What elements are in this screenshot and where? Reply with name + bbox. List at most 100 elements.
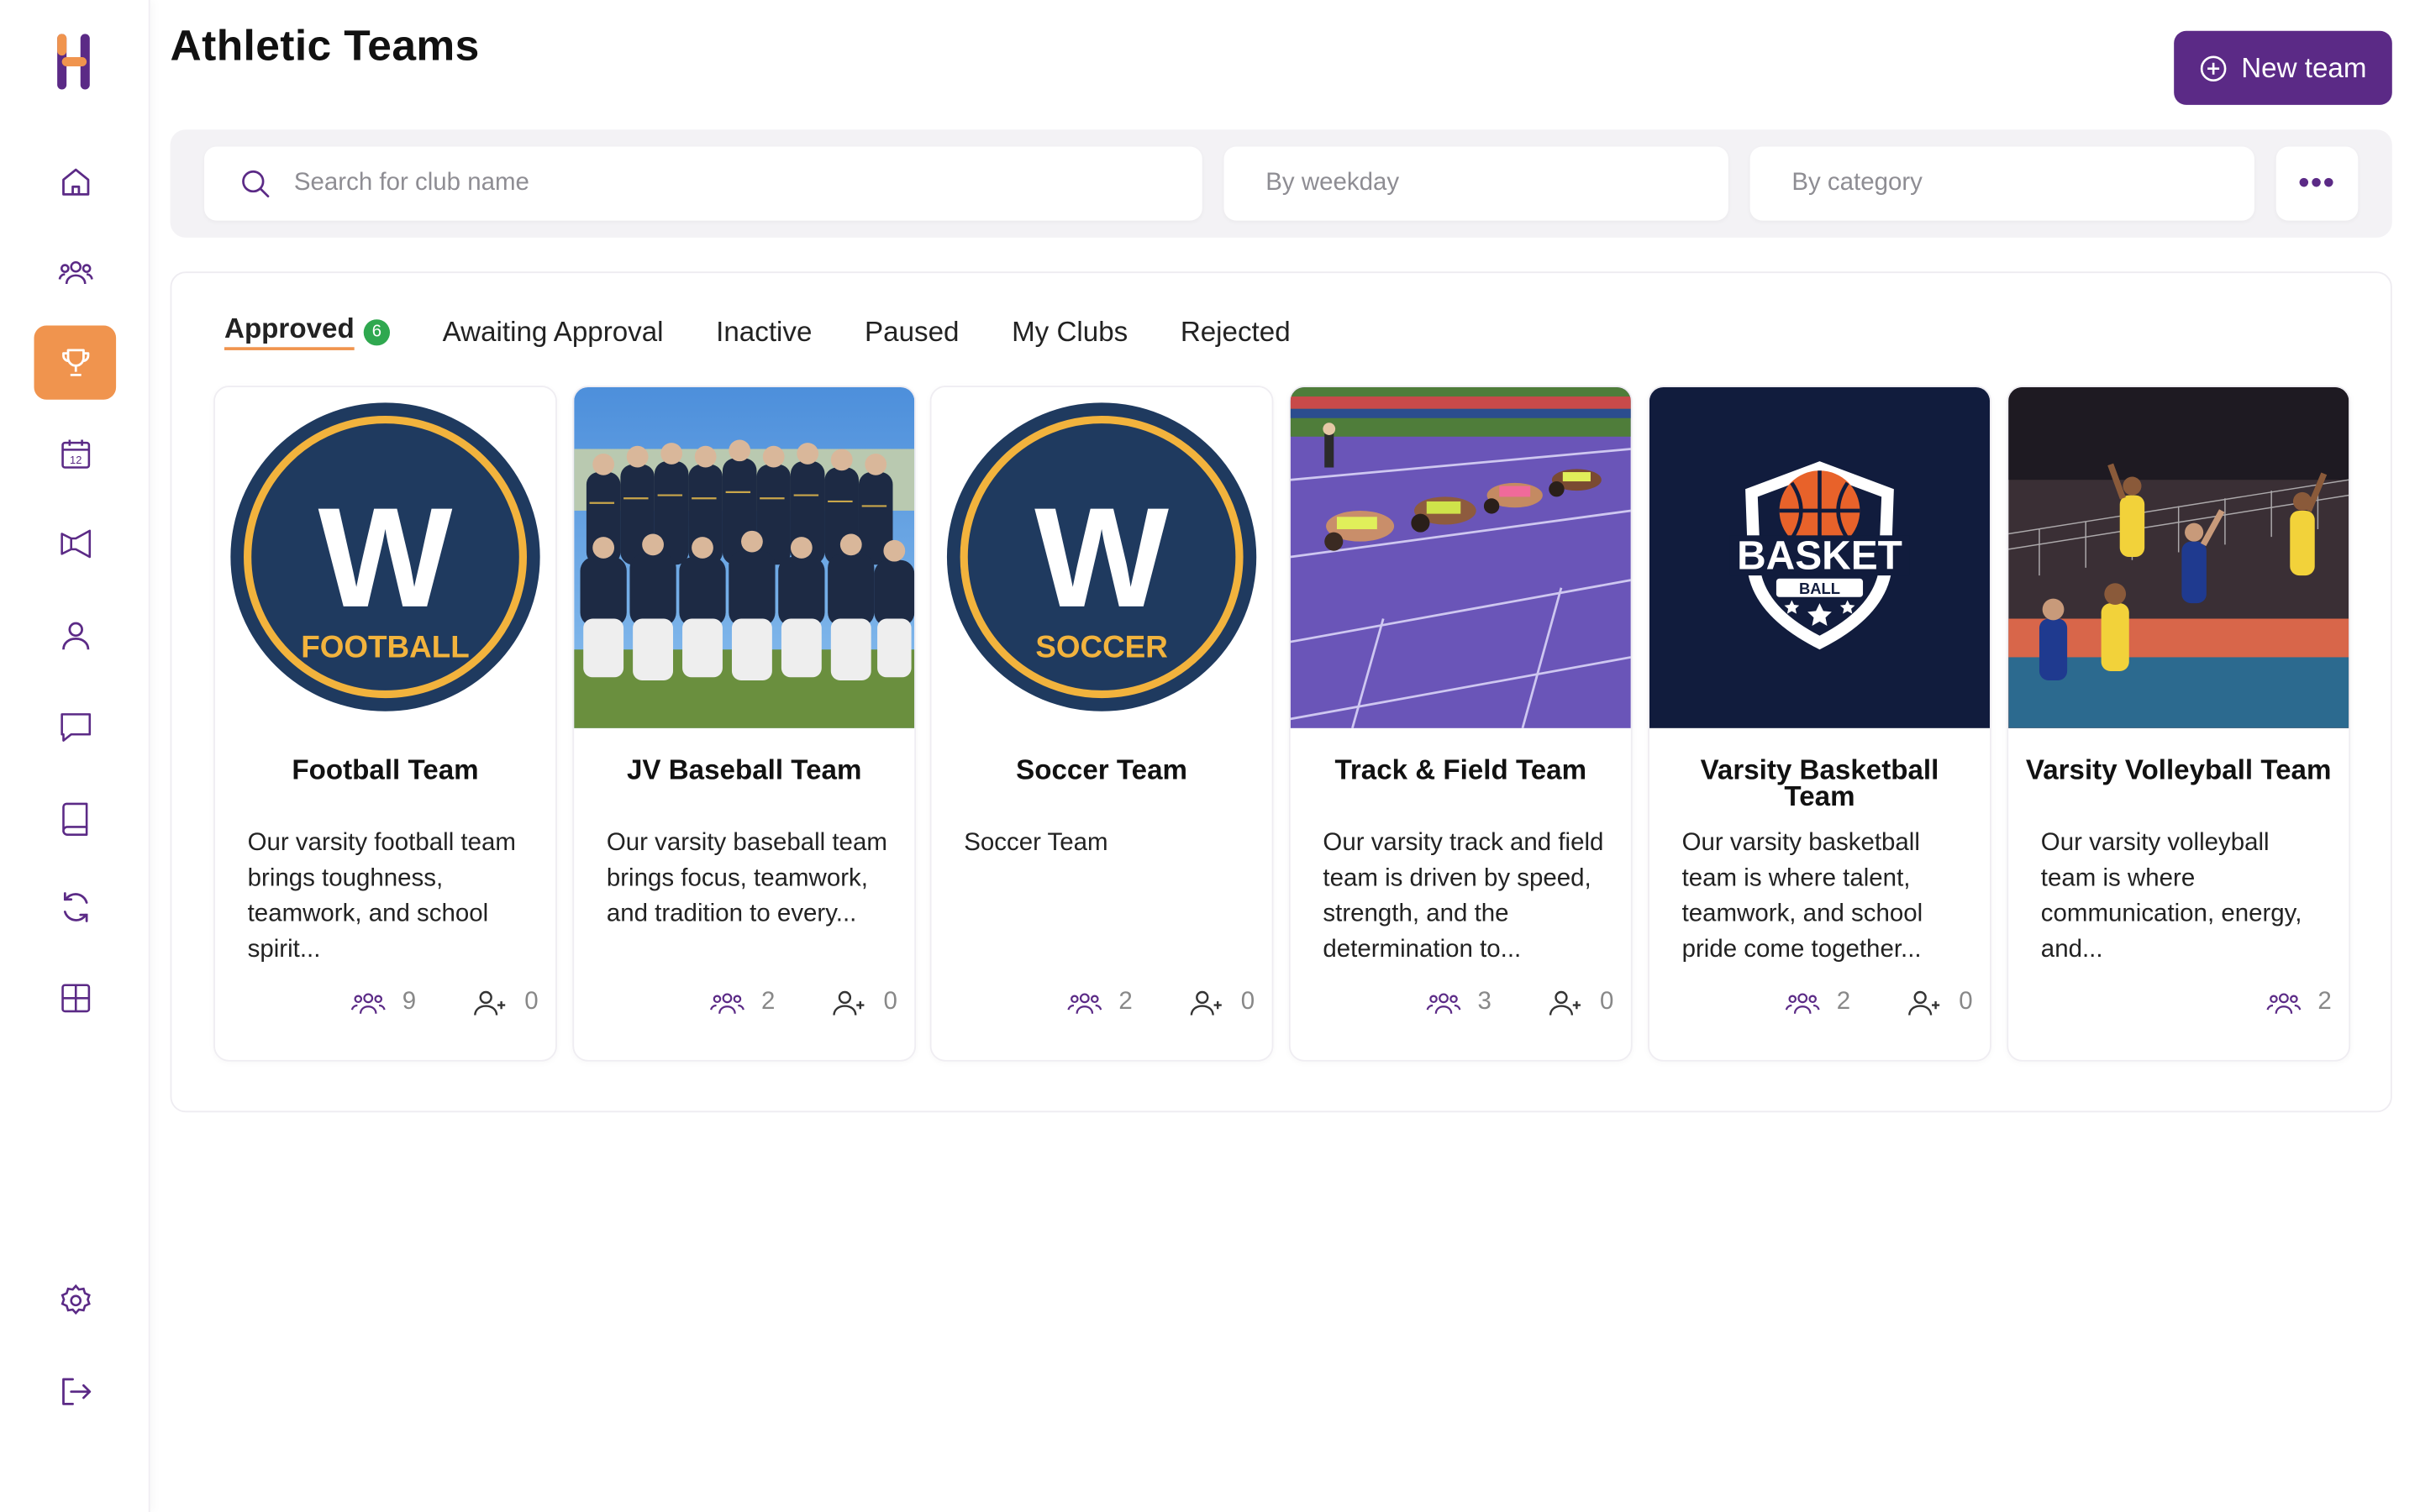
team-description: Our varsity football team brings toughne… bbox=[247, 830, 516, 963]
request-count-value: 0 bbox=[883, 989, 897, 1016]
team-card-varsity-basketball[interactable]: BASKET BALL Varsity Basketball Team Our … bbox=[1648, 386, 1991, 1062]
team-image: W SOCCER bbox=[931, 387, 1272, 728]
svg-text:12: 12 bbox=[69, 454, 81, 466]
tab-label: Approved bbox=[224, 313, 355, 350]
team-title: Soccer Team bbox=[1016, 754, 1188, 785]
team-stats: 9 0 bbox=[215, 987, 555, 1021]
baseball-team-photo bbox=[574, 387, 915, 728]
trophy-icon bbox=[61, 349, 89, 376]
team-card-football[interactable]: W FOOTBALL Football Team Our varsity foo… bbox=[213, 386, 557, 1062]
more-dots-icon: ••• bbox=[2298, 165, 2336, 200]
more-options-button[interactable]: ••• bbox=[2275, 146, 2359, 221]
team-description: Our varsity baseball team brings focus, … bbox=[606, 830, 887, 927]
team-stats: 2 0 bbox=[932, 987, 1272, 1021]
soccer-logo: W SOCCER bbox=[931, 387, 1272, 728]
plus-circle-icon bbox=[2201, 55, 2228, 81]
team-stats: 2 bbox=[2008, 987, 2349, 1021]
team-description: Our varsity track and field team is driv… bbox=[1323, 830, 1604, 963]
team-card-track-field[interactable]: Track & Field Team Our varsity track and… bbox=[1288, 386, 1633, 1062]
tab-label: Inactive bbox=[716, 315, 813, 347]
team-stats: 3 0 bbox=[1291, 987, 1631, 1021]
nav-home[interactable] bbox=[34, 145, 117, 219]
team-card-jv-baseball[interactable]: JV Baseball Team Our varsity baseball te… bbox=[572, 386, 917, 1062]
nav-profile[interactable] bbox=[34, 599, 117, 673]
team-description: Our varsity basketball team is where tal… bbox=[1681, 830, 1923, 963]
grid-icon bbox=[60, 984, 90, 1013]
user-icon bbox=[61, 622, 89, 650]
tab-label: Rejected bbox=[1180, 315, 1291, 347]
nav-messages[interactable] bbox=[34, 690, 117, 764]
add-user-icon bbox=[1190, 990, 1222, 1016]
chat-icon bbox=[60, 713, 91, 742]
members-icon bbox=[1426, 993, 1461, 1014]
tab-paused[interactable]: Paused bbox=[865, 316, 959, 349]
nav-dashboard[interactable] bbox=[34, 961, 117, 1035]
tab-approved[interactable]: Approved 6 bbox=[224, 313, 391, 350]
nav-resources[interactable] bbox=[34, 780, 117, 854]
member-count: 2 bbox=[1066, 987, 1133, 1018]
join-request-count: 0 bbox=[1547, 987, 1613, 1018]
member-count: 2 bbox=[1784, 987, 1850, 1018]
sidebar: 12 bbox=[0, 0, 150, 1512]
members-icon bbox=[710, 993, 744, 1014]
home-icon bbox=[61, 168, 89, 196]
member-count: 3 bbox=[1425, 987, 1491, 1018]
tab-awaiting-approval[interactable]: Awaiting Approval bbox=[443, 316, 664, 349]
member-count-value: 2 bbox=[2317, 989, 2332, 1016]
nav-users[interactable] bbox=[34, 236, 117, 310]
category-placeholder: By category bbox=[1791, 170, 1923, 197]
new-team-label: New team bbox=[2241, 51, 2367, 83]
nav-calendar[interactable]: 12 bbox=[34, 417, 117, 491]
count-badge: 6 bbox=[363, 318, 391, 345]
team-image bbox=[574, 387, 915, 728]
team-title: Varsity Basketball Team bbox=[1700, 754, 1939, 812]
status-tabs: Approved 6 Awaiting Approval Inactive Pa… bbox=[224, 313, 1291, 350]
tab-label: My Clubs bbox=[1012, 315, 1128, 347]
team-description: Our varsity volleyball team is where com… bbox=[2040, 830, 2302, 963]
teams-panel: Approved 6 Awaiting Approval Inactive Pa… bbox=[170, 271, 2392, 1113]
team-stats: 2 0 bbox=[574, 987, 914, 1021]
add-user-icon bbox=[1549, 990, 1581, 1016]
member-count-value: 2 bbox=[1836, 989, 1851, 1016]
join-request-count: 0 bbox=[1907, 987, 1973, 1018]
track-photo bbox=[1290, 387, 1631, 728]
tab-my-clubs[interactable]: My Clubs bbox=[1012, 316, 1128, 349]
members-icon bbox=[350, 993, 386, 1014]
category-filter[interactable]: By category bbox=[1749, 146, 2254, 221]
team-image bbox=[2008, 387, 2349, 728]
refresh-icon bbox=[63, 892, 87, 922]
svg-text:SOCCER: SOCCER bbox=[1035, 629, 1167, 664]
svg-text:W: W bbox=[318, 478, 453, 637]
page-title: Athletic Teams bbox=[170, 21, 480, 70]
member-count-value: 9 bbox=[402, 989, 417, 1016]
member-count: 2 bbox=[708, 987, 775, 1018]
add-user-icon bbox=[833, 990, 865, 1016]
app-logo[interactable] bbox=[55, 31, 92, 92]
member-count-value: 2 bbox=[760, 989, 776, 1016]
nav-announcements[interactable] bbox=[34, 507, 117, 581]
basketball-logo: BASKET BALL bbox=[1649, 387, 1991, 728]
member-count-value: 3 bbox=[1477, 989, 1491, 1016]
football-logo: W FOOTBALL bbox=[214, 387, 556, 728]
svg-text:W: W bbox=[1034, 478, 1169, 637]
nav-sync[interactable] bbox=[34, 870, 117, 944]
join-request-count: 0 bbox=[472, 987, 539, 1018]
member-count: 9 bbox=[350, 987, 416, 1018]
nav-logout[interactable] bbox=[34, 1355, 117, 1429]
members-icon bbox=[1067, 993, 1102, 1014]
tab-rejected[interactable]: Rejected bbox=[1181, 316, 1291, 349]
team-card-soccer[interactable]: W SOCCER Soccer Team Soccer Team 2 0 bbox=[929, 386, 1274, 1062]
nav-settings[interactable] bbox=[34, 1263, 117, 1337]
search-input[interactable] bbox=[293, 170, 1161, 198]
member-count-value: 2 bbox=[1118, 989, 1133, 1016]
nav-teams[interactable] bbox=[34, 325, 117, 400]
users-icon bbox=[57, 260, 92, 285]
calendar-icon: 12 bbox=[60, 439, 90, 469]
search-box bbox=[204, 146, 1202, 221]
weekday-filter[interactable]: By weekday bbox=[1223, 146, 1728, 221]
team-card-varsity-volleyball[interactable]: Varsity Volleyball Team Our varsity voll… bbox=[2007, 386, 2351, 1062]
new-team-button[interactable]: New team bbox=[2174, 30, 2392, 105]
weekday-placeholder: By weekday bbox=[1265, 170, 1400, 197]
members-icon bbox=[1785, 993, 1820, 1014]
tab-inactive[interactable]: Inactive bbox=[716, 316, 812, 349]
